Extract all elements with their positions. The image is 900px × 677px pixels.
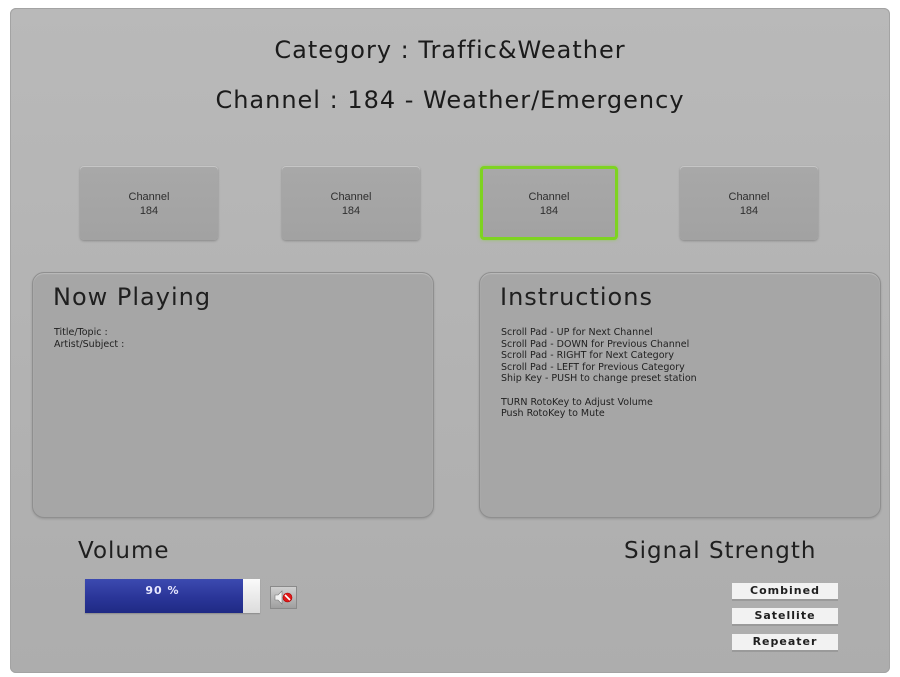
preset-button-1[interactable]: Channel 184	[80, 166, 218, 240]
instruction-line: Scroll Pad - DOWN for Previous Channel	[501, 338, 690, 350]
preset-channel-number: 184	[539, 205, 559, 217]
instructions-title: Instructions	[500, 283, 653, 311]
instruction-line: Scroll Pad - LEFT for Previous Category	[501, 361, 685, 373]
preset-label: Channel	[528, 191, 570, 203]
speaker-mute-icon	[274, 590, 293, 605]
preset-channel-number: 184	[139, 205, 159, 217]
preset-channel-number: 184	[739, 205, 759, 217]
now-playing-title: Now Playing	[53, 283, 212, 311]
signal-strength-title: Signal Strength	[624, 538, 817, 564]
instruction-line: Push RotoKey to Mute	[501, 408, 605, 420]
preset-channel-number: 184	[341, 205, 361, 217]
artist-subject-label: Artist/Subject :	[54, 338, 125, 350]
signal-combined-label: Combined	[732, 583, 838, 601]
title-topic-label: Title/Topic :	[54, 327, 108, 338]
volume-value: 90 %	[145, 584, 180, 597]
instruction-line: TURN RotoKey to Adjust Volume	[501, 396, 653, 408]
category-title: Category : Traffic&Weather	[274, 36, 626, 64]
now-playing-panel: Now Playing Title/Topic : Artist/Subject…	[32, 272, 434, 518]
mute-button[interactable]	[270, 586, 297, 609]
preset-button-2[interactable]: Channel 184	[282, 166, 420, 240]
preset-label: Channel	[728, 191, 770, 203]
now-playing-info: Title/Topic : Artist/Subject :	[54, 327, 124, 350]
volume-title: Volume	[78, 538, 170, 564]
channel-title: Channel : 184 - Weather/Emergency	[215, 86, 685, 114]
instructions-list: Scroll Pad - UP for Next Channel Scroll …	[501, 327, 697, 420]
instruction-line: Scroll Pad - UP for Next Channel	[501, 327, 653, 338]
signal-satellite-label: Satellite	[732, 608, 838, 626]
instruction-line: Scroll Pad - RIGHT for Next Category	[501, 350, 675, 362]
preset-label: Channel	[330, 191, 372, 203]
instruction-spacer	[501, 385, 697, 397]
preset-button-3[interactable]: Channel 184	[480, 166, 618, 240]
preset-button-4[interactable]: Channel 184	[680, 166, 818, 240]
volume-bar[interactable]: 90 %	[85, 579, 260, 613]
instruction-line: Ship Key - PUSH to change preset station	[501, 373, 697, 385]
instructions-panel: Instructions Scroll Pad - UP for Next Ch…	[479, 272, 881, 518]
preset-label: Channel	[128, 191, 170, 203]
signal-repeater-label: Repeater	[732, 634, 838, 652]
